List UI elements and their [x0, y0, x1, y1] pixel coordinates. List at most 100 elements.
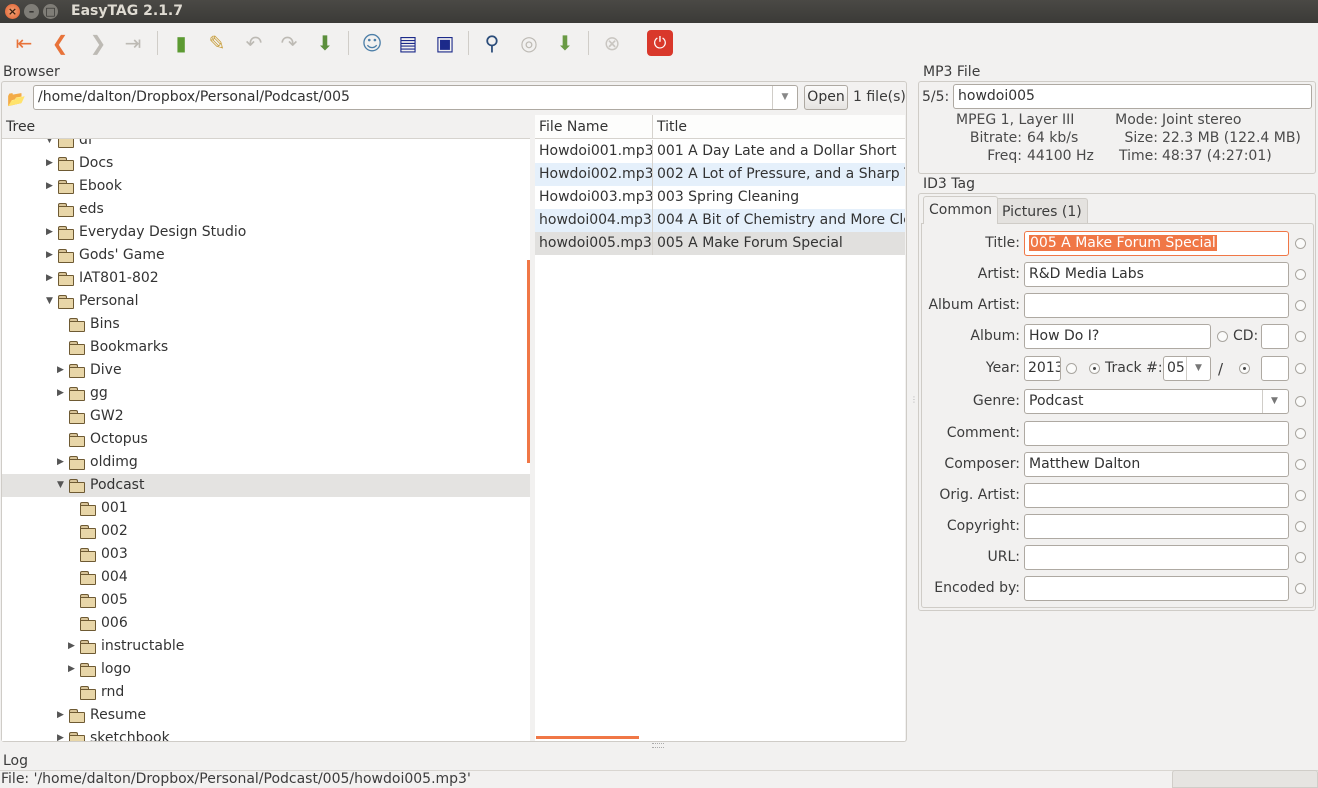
- file-row[interactable]: Howdoi003.mp3 003 Spring Cleaning: [535, 186, 905, 209]
- tree-item[interactable]: ▶ gg: [2, 382, 530, 405]
- column-header-filename[interactable]: File Name: [535, 115, 653, 139]
- album-artist-input[interactable]: [1024, 293, 1289, 318]
- first-file-icon[interactable]: ⇤: [10, 29, 38, 57]
- tree-item[interactable]: ▶ Ebook: [2, 175, 530, 198]
- parent-folder-icon[interactable]: 📂: [7, 90, 27, 108]
- file-list-scrollbar[interactable]: [536, 736, 639, 739]
- cd-apply-radio[interactable]: [1295, 331, 1306, 342]
- genre-select[interactable]: Podcast ▼: [1024, 389, 1289, 414]
- file-row[interactable]: howdoi005.mp3 005 A Make Forum Special: [535, 232, 905, 255]
- tree-item[interactable]: ▶ logo: [2, 658, 530, 681]
- search-icon[interactable]: ⚲: [478, 29, 506, 57]
- tree-item[interactable]: ▶ Dive: [2, 359, 530, 382]
- tree-item[interactable]: ▶ instructable: [2, 635, 530, 658]
- track-total-radio[interactable]: [1239, 363, 1250, 374]
- minimize-window-icon[interactable]: –: [24, 4, 39, 19]
- composer-apply-radio[interactable]: [1295, 459, 1306, 470]
- track-apply-radio[interactable]: [1295, 363, 1306, 374]
- track-dropdown-icon[interactable]: ▼: [1186, 357, 1210, 380]
- tree-item[interactable]: ▶ oldimg: [2, 451, 530, 474]
- undo-icon[interactable]: ↶: [240, 29, 268, 57]
- expander-open-icon[interactable]: ▼: [57, 474, 64, 497]
- tree-item[interactable]: ▼ Personal: [2, 290, 530, 313]
- expander-closed-icon[interactable]: ▶: [46, 267, 53, 290]
- load-filenames-icon[interactable]: ⬇: [551, 29, 579, 57]
- expander-closed-icon[interactable]: ▶: [57, 451, 64, 474]
- track-total-input[interactable]: [1261, 356, 1289, 381]
- expander-closed-icon[interactable]: ▶: [68, 658, 75, 681]
- expander-closed-icon[interactable]: ▶: [57, 727, 64, 741]
- tree-item[interactable]: ▶ Everyday Design Studio: [2, 221, 530, 244]
- remove-tags-icon[interactable]: ✎: [203, 29, 231, 57]
- expander-closed-icon[interactable]: ▶: [46, 152, 53, 175]
- artist-apply-radio[interactable]: [1295, 269, 1306, 280]
- composer-input[interactable]: Matthew Dalton: [1024, 452, 1289, 477]
- track-input[interactable]: 05 ▼: [1163, 356, 1211, 381]
- tree-scrollbar[interactable]: [527, 260, 530, 463]
- artist-input[interactable]: R&D Media Labs: [1024, 262, 1289, 287]
- comment-apply-radio[interactable]: [1295, 428, 1306, 439]
- encoded-by-input[interactable]: [1024, 576, 1289, 601]
- filename-input[interactable]: howdoi005: [953, 84, 1312, 109]
- reload-directory-icon[interactable]: ▣: [431, 29, 459, 57]
- close-window-icon[interactable]: ×: [5, 4, 20, 19]
- genre-apply-radio[interactable]: [1295, 396, 1306, 407]
- tab-common[interactable]: Common: [923, 196, 999, 224]
- log-resize-handle[interactable]: [652, 743, 664, 748]
- tree-item[interactable]: Bins: [2, 313, 530, 336]
- cd-database-icon[interactable]: ◎: [515, 29, 543, 57]
- file-row[interactable]: howdoi004.mp3 004 A Bit of Chemistry and …: [535, 209, 905, 232]
- stop-icon[interactable]: ⊗: [598, 29, 626, 57]
- pane-resize-handle[interactable]: ⋮: [910, 396, 918, 410]
- copyright-apply-radio[interactable]: [1295, 521, 1306, 532]
- album-apply-radio[interactable]: [1217, 331, 1228, 342]
- last-file-icon[interactable]: ⇥: [119, 29, 147, 57]
- file-row[interactable]: Howdoi001.mp3 001 A Day Late and a Dollar…: [535, 140, 905, 163]
- comment-input[interactable]: [1024, 421, 1289, 446]
- invert-selection-icon[interactable]: ▤: [394, 29, 422, 57]
- tree-item[interactable]: rnd: [2, 681, 530, 704]
- encoded-by-apply-radio[interactable]: [1295, 583, 1306, 594]
- expander-closed-icon[interactable]: ▶: [46, 175, 53, 198]
- tab-pictures[interactable]: Pictures (1): [996, 198, 1088, 224]
- tree-item[interactable]: 002: [2, 520, 530, 543]
- year-input[interactable]: 2013: [1024, 356, 1061, 381]
- tree-item[interactable]: ▶ Docs: [2, 152, 530, 175]
- open-button[interactable]: Open: [804, 85, 848, 110]
- title-input[interactable]: 005 A Make Forum Special: [1024, 231, 1289, 256]
- tree-header[interactable]: Tree: [2, 115, 530, 139]
- tree-item[interactable]: ▼ Podcast: [2, 474, 530, 497]
- orig-artist-input[interactable]: [1024, 483, 1289, 508]
- title-apply-radio[interactable]: [1295, 238, 1306, 249]
- tree-item[interactable]: eds: [2, 198, 530, 221]
- column-header-title[interactable]: Title: [653, 115, 905, 139]
- select-all-icon[interactable]: ☺: [358, 29, 386, 57]
- orig-artist-apply-radio[interactable]: [1295, 490, 1306, 501]
- tree-item[interactable]: ▶ Resume: [2, 704, 530, 727]
- file-row[interactable]: Howdoi002.mp3 002 A Lot of Pressure, and …: [535, 163, 905, 186]
- next-file-icon[interactable]: ❯: [84, 29, 112, 57]
- expander-closed-icon[interactable]: ▶: [68, 635, 75, 658]
- redo-icon[interactable]: ↷: [275, 29, 303, 57]
- copyright-input[interactable]: [1024, 514, 1289, 539]
- expander-closed-icon[interactable]: ▶: [46, 244, 53, 267]
- scan-files-icon[interactable]: ▮: [167, 29, 195, 57]
- album-input[interactable]: How Do I?: [1024, 324, 1211, 349]
- tree-item[interactable]: ▶ IAT801-802: [2, 267, 530, 290]
- tree-item[interactable]: 004: [2, 566, 530, 589]
- expander-closed-icon[interactable]: ▶: [57, 704, 64, 727]
- expander-open-icon[interactable]: ▼: [46, 290, 53, 313]
- album-artist-apply-radio[interactable]: [1295, 300, 1306, 311]
- expander-open-icon[interactable]: ▼: [46, 139, 53, 152]
- tree-item[interactable]: Bookmarks: [2, 336, 530, 359]
- tree-item[interactable]: 001: [2, 497, 530, 520]
- path-dropdown-icon[interactable]: ▼: [772, 86, 797, 109]
- maximize-window-icon[interactable]: □: [43, 4, 58, 19]
- year-apply-radio[interactable]: [1066, 363, 1077, 374]
- url-apply-radio[interactable]: [1295, 552, 1306, 563]
- tree-item[interactable]: Octopus: [2, 428, 530, 451]
- genre-dropdown-icon[interactable]: ▼: [1262, 390, 1286, 413]
- expander-closed-icon[interactable]: ▶: [57, 382, 64, 405]
- save-icon[interactable]: ⬇: [311, 29, 339, 57]
- tree-item[interactable]: ▼ df: [2, 139, 530, 152]
